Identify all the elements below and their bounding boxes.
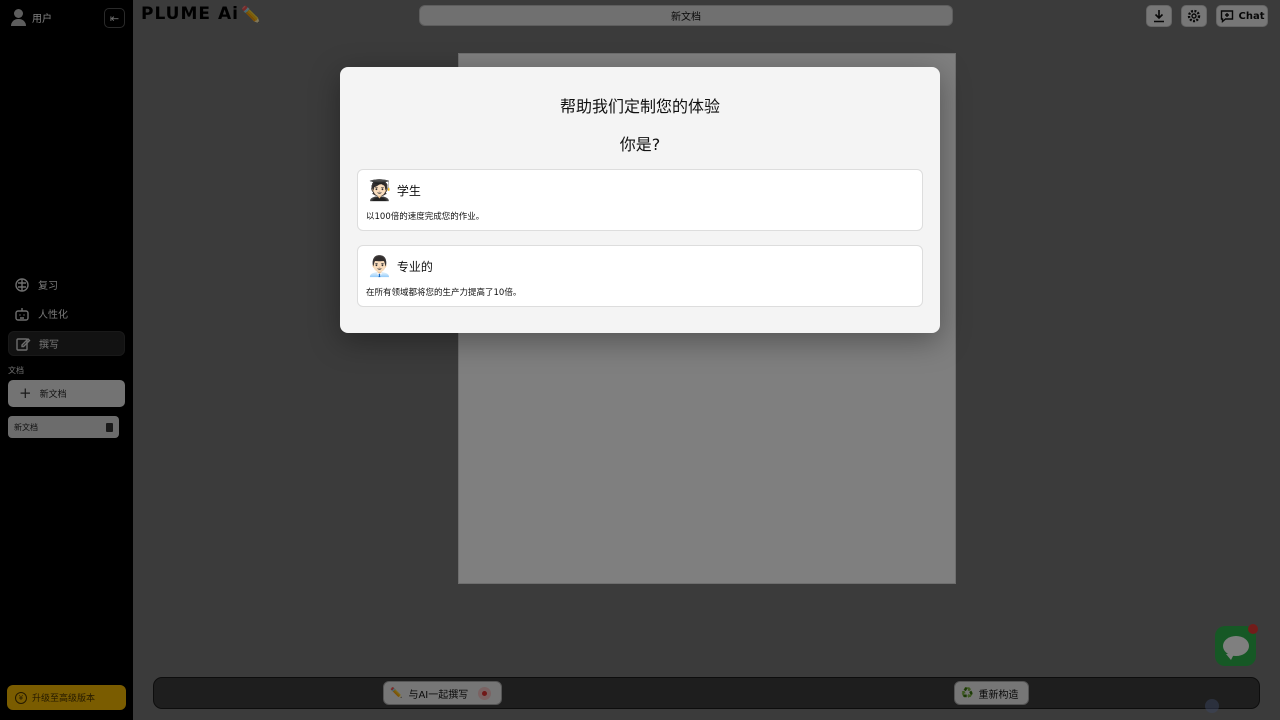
role-option-professional[interactable]: 👨🏻‍💼 专业的 在所有领域都将您的生产力提高了10倍。 bbox=[357, 245, 923, 307]
onboarding-modal: 帮助我们定制您的体验 你是? 🧑🏻‍🎓 学生 以100倍的速度完成您的作业。 👨… bbox=[340, 67, 940, 333]
option-description: 以100倍的速度完成您的作业。 bbox=[366, 212, 485, 222]
option-title: 学生 bbox=[396, 183, 421, 198]
option-title: 专业的 bbox=[396, 259, 433, 274]
option-description: 在所有领域都将您的生产力提高了10倍。 bbox=[366, 288, 522, 298]
role-option-student[interactable]: 🧑🏻‍🎓 学生 以100倍的速度完成您的作业。 bbox=[357, 169, 923, 231]
office-worker-icon: 👨🏻‍💼 bbox=[367, 254, 392, 278]
modal-title: 帮助我们定制您的体验 bbox=[559, 97, 720, 116]
modal-question: 你是? bbox=[619, 135, 661, 154]
student-icon: 🧑🏻‍🎓 bbox=[367, 178, 392, 202]
